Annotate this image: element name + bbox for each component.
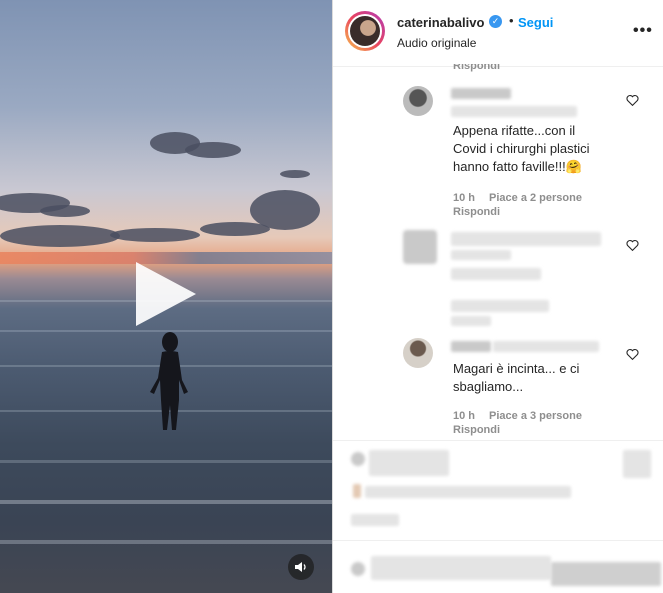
comment-time: 10 h — [453, 410, 476, 422]
blurred-icon — [351, 452, 365, 466]
blurred-likes-text — [365, 486, 571, 498]
blurred-text — [493, 341, 599, 352]
cloud — [110, 228, 200, 242]
comment-meta: 10 h Piace a 2 persone — [453, 192, 596, 204]
reply-link[interactable]: Rispondi — [453, 424, 500, 436]
blurred-emoji-icon — [351, 562, 365, 576]
cloud — [200, 222, 270, 236]
comment-text: Appena rifatte...con il Covid i chirurgh… — [453, 122, 590, 176]
avatar-frame — [348, 14, 382, 48]
blurred-date — [351, 514, 399, 526]
wave — [0, 500, 332, 504]
comment-line: Covid i chirurghi plastici — [453, 141, 590, 156]
video-player[interactable] — [0, 0, 332, 593]
comment-line: Appena rifatte...con il — [453, 123, 576, 138]
post-header: caterinabalivo ✓ • Segui Audio originale… — [333, 0, 663, 67]
blurred-username — [451, 232, 601, 246]
blurred-username — [451, 341, 491, 352]
blurred-text — [451, 250, 511, 260]
verified-badge-icon: ✓ — [489, 15, 502, 28]
username[interactable]: caterinabalivo — [397, 15, 484, 30]
wave — [0, 460, 332, 463]
reply-link[interactable]: Rispondi — [453, 206, 500, 218]
cloud — [40, 205, 90, 217]
comment-line: Magari è incinta... e ci — [453, 361, 580, 376]
comment-avatar[interactable] — [403, 338, 433, 368]
blurred-comment-input — [371, 556, 551, 580]
comment-line: hanno fatto faville!!!🤗 — [453, 159, 582, 174]
blurred-save — [623, 450, 651, 478]
wave — [0, 540, 332, 544]
divider — [333, 540, 663, 541]
follow-button[interactable]: Segui — [518, 15, 553, 30]
blurred-watermark — [551, 562, 661, 586]
blurred-text — [451, 316, 491, 326]
play-icon[interactable] — [136, 262, 196, 326]
comment-line: sbagliamo... — [453, 379, 524, 394]
like-heart-icon[interactable] — [626, 348, 640, 362]
avatar-image — [350, 16, 380, 46]
audio-label[interactable]: Audio originale — [397, 36, 476, 50]
comment-time: 10 h — [453, 192, 476, 204]
cloud — [280, 170, 310, 178]
like-heart-icon[interactable] — [626, 239, 640, 253]
comment-avatar[interactable] — [403, 86, 433, 116]
comment-text: Magari è incinta... e ci sbagliamo... — [453, 360, 579, 396]
cloud — [185, 142, 241, 158]
blurred-username — [451, 88, 511, 99]
blurred-actions — [369, 450, 449, 476]
blurred-text — [451, 268, 541, 280]
comment-meta: 10 h Piace a 3 persone — [453, 410, 596, 422]
divider — [333, 440, 663, 441]
blurred-avatar — [403, 230, 437, 264]
like-heart-icon[interactable] — [626, 94, 640, 108]
more-options-icon[interactable]: ••• — [633, 22, 653, 40]
volume-icon[interactable] — [288, 554, 314, 580]
blurred-text — [451, 300, 549, 312]
separator-dot: • — [509, 13, 514, 28]
blurred-likes — [353, 484, 361, 498]
speaker-icon — [295, 562, 306, 572]
avatar[interactable] — [345, 11, 385, 51]
post-panel: caterinabalivo ✓ • Segui Audio originale… — [332, 0, 663, 593]
blurred-text — [451, 106, 577, 117]
comment-likes[interactable]: Piace a 2 persone — [489, 192, 582, 204]
comment-likes[interactable]: Piace a 3 persone — [489, 410, 582, 422]
silhouette-figure — [150, 332, 188, 430]
cloud — [0, 225, 120, 247]
